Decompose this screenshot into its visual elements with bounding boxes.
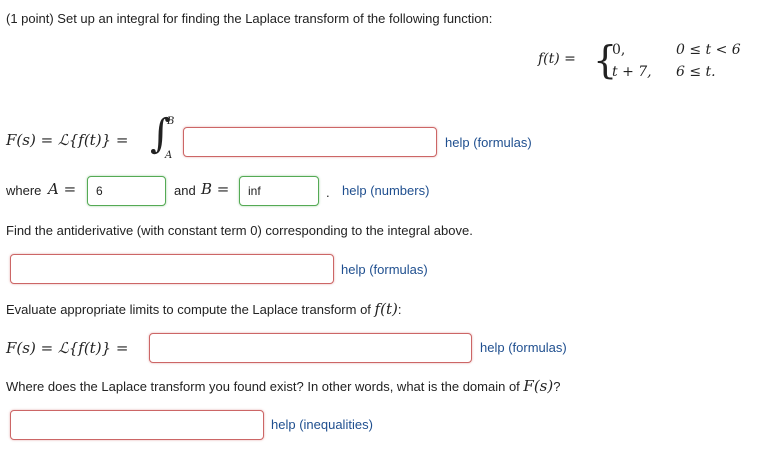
laplace-lhs-1: F(s) = ℒ{f(t)} = xyxy=(6,131,129,149)
help-formulas-link-3[interactable]: help (formulas) xyxy=(480,340,567,355)
limit-a-label: A = xyxy=(48,180,77,198)
limit-b-input[interactable] xyxy=(239,176,319,206)
evaluate-prompt-end: : xyxy=(397,302,402,317)
piecewise-case1-condition: 0 ≤ t < 6 xyxy=(676,42,741,58)
piecewise-lhs: f(t) = xyxy=(538,51,576,67)
and-label: and xyxy=(174,183,196,198)
evaluate-prompt: Evaluate appropriate limits to compute t… xyxy=(6,300,401,318)
piecewise-definition: f(t) = { 0, 0 ≤ t < 6 t + 7, 6 ≤ t. xyxy=(538,40,753,86)
integral-upper-limit: B xyxy=(167,116,175,127)
evaluate-prompt-text: Evaluate appropriate limits to compute t… xyxy=(6,302,371,317)
domain-prompt-math: F(s) xyxy=(523,377,554,395)
integrand-input[interactable] xyxy=(183,127,437,157)
where-label: where xyxy=(6,183,42,198)
limit-b-label: B = xyxy=(201,180,230,198)
help-formulas-link-1[interactable]: help (formulas) xyxy=(445,135,532,150)
help-numbers-link[interactable]: help (numbers) xyxy=(342,183,429,198)
piecewise-case2-condition: 6 ≤ t. xyxy=(676,64,716,80)
period: . xyxy=(326,185,330,200)
integral-lower-limit: A xyxy=(165,150,173,161)
piecewise-case1-value: 0, xyxy=(612,42,626,58)
piecewise-case2-value: t + 7, xyxy=(612,64,652,80)
domain-prompt-text: Where does the Laplace transform you fou… xyxy=(6,379,520,394)
domain-prompt: Where does the Laplace transform you fou… xyxy=(6,377,560,395)
laplace-lhs-2: F(s) = ℒ{f(t)} = xyxy=(6,339,129,357)
evaluate-prompt-math: f(t) xyxy=(374,300,398,318)
antiderivative-input[interactable] xyxy=(10,254,334,284)
domain-input[interactable] xyxy=(10,410,264,440)
domain-prompt-end: ? xyxy=(553,379,561,394)
problem-header: (1 point) Set up an integral for finding… xyxy=(6,11,493,26)
laplace-result-input[interactable] xyxy=(149,333,472,363)
help-inequalities-link[interactable]: help (inequalities) xyxy=(271,417,373,432)
antiderivative-prompt: Find the antiderivative (with constant t… xyxy=(6,223,473,238)
help-formulas-link-2[interactable]: help (formulas) xyxy=(341,262,428,277)
limit-a-input[interactable] xyxy=(87,176,166,206)
